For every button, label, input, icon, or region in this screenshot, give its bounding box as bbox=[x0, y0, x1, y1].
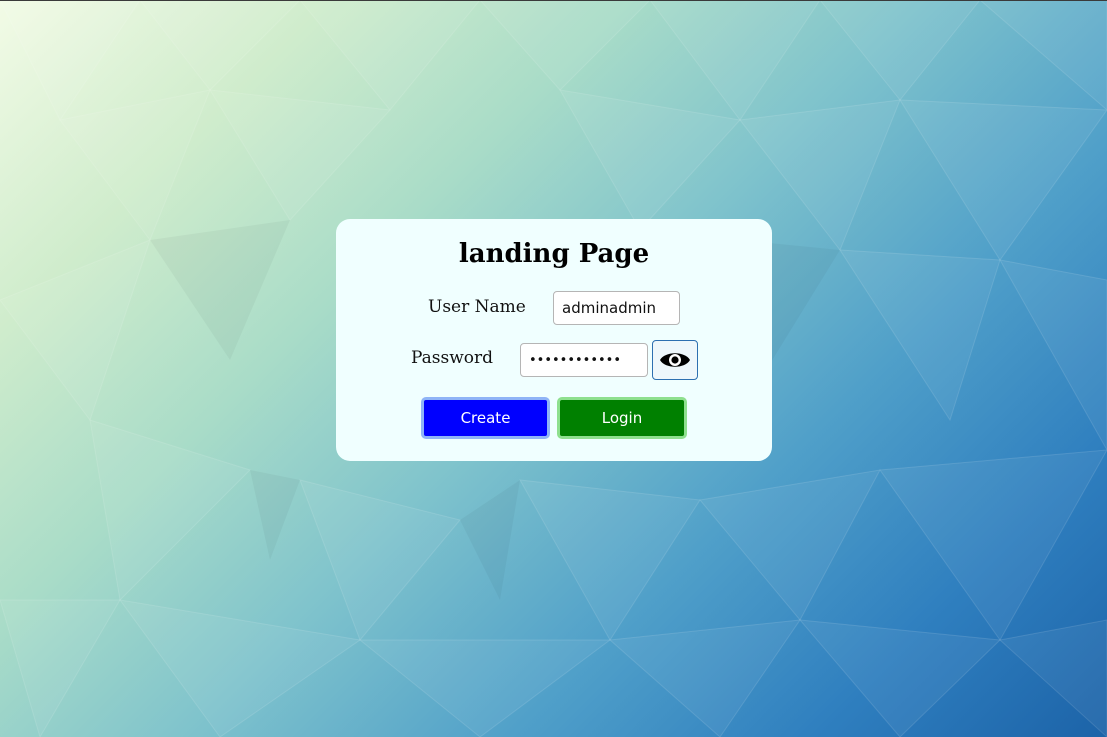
username-label: User Name bbox=[428, 297, 526, 317]
top-border bbox=[0, 0, 1107, 1]
password-label: Password bbox=[411, 348, 494, 368]
login-card: landing Page User Name Password Create L… bbox=[336, 219, 772, 461]
password-input[interactable] bbox=[520, 343, 648, 377]
toggle-password-visibility-button[interactable] bbox=[652, 340, 698, 380]
login-button[interactable]: Login bbox=[557, 397, 687, 439]
page-title: landing Page bbox=[458, 239, 650, 269]
username-input[interactable] bbox=[553, 291, 680, 325]
eye-icon bbox=[660, 353, 690, 367]
create-button[interactable]: Create bbox=[421, 397, 550, 439]
